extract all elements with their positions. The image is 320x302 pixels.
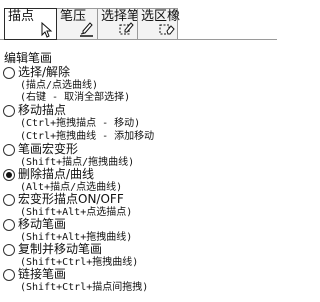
option-copy-move-stroke[interactable]: 复制并移动笔画 (Shift+Ctrl+拖拽曲线) — [3, 243, 275, 268]
tab-pen-pressure[interactable]: 笔压 — [56, 8, 98, 40]
option-label: 选择/解除 — [18, 65, 71, 79]
tab-control-point[interactable]: 描点 — [4, 8, 57, 40]
option-label: 移动笔画 — [18, 217, 67, 231]
radio-button[interactable] — [3, 144, 15, 156]
radio-button[interactable] — [3, 169, 15, 181]
pen-pressure-icon — [80, 22, 93, 37]
radio-button[interactable] — [3, 269, 15, 281]
option-label: 笔画宏变形 — [18, 142, 79, 156]
tab-selection-eraser[interactable]: 选区橡 — [137, 8, 180, 40]
tab-label: 描点 — [8, 9, 35, 24]
option-move-control-point[interactable]: 移动描点 (Ctrl+拖拽描点 - 移动) (Ctrl+拖拽曲线 - 添加移动 — [3, 104, 275, 143]
tool-tab-bar: 描点 笔压 选择笔 选区橡 — [0, 0, 277, 47]
option-move-stroke[interactable]: 移动笔画 (Shift+Alt+拖拽曲线) — [3, 218, 275, 243]
cursor-arrow-icon — [41, 21, 53, 38]
option-delete-point-curve[interactable]: 删除描点/曲线 (Alt+描点/点选曲线) — [3, 168, 275, 193]
option-hint: (Ctrl+拖拽描点 - 移动) — [20, 118, 141, 129]
option-select-release[interactable]: 选择/解除 (描点/点选曲线) (右键 - 取消全部选择) — [3, 66, 275, 104]
radio-button[interactable] — [3, 105, 15, 117]
option-label: 宏变形描点ON/OFF — [18, 192, 124, 206]
group-title: 编辑笔画 — [4, 51, 53, 65]
selection-pen-icon — [119, 22, 134, 35]
option-link-stroke[interactable]: 链接笔画 (Shift+Ctrl+描点间拖拽) — [3, 268, 275, 294]
option-label: 移动描点 — [18, 103, 67, 117]
option-label: 删除描点/曲线 — [18, 167, 95, 181]
option-label: 复制并移动笔画 — [18, 242, 103, 256]
radio-button[interactable] — [3, 194, 15, 206]
radio-button[interactable] — [3, 244, 15, 256]
radio-button[interactable] — [3, 219, 15, 231]
radio-button[interactable] — [3, 67, 15, 79]
option-stroke-macro-deform[interactable]: 笔画宏变形 (Shift+描点/拖拽曲线) — [3, 143, 275, 168]
edit-stroke-panel: 编辑笔画 选择/解除 (描点/点选曲线) (右键 - 取消全部选择) 移动描点 … — [0, 47, 277, 302]
option-hint: (Shift+Ctrl+描点间拖拽) — [20, 282, 149, 293]
option-label: 链接笔画 — [18, 267, 67, 281]
option-macro-deform-toggle[interactable]: 宏变形描点ON/OFF (Shift+Alt+点选描点) — [3, 193, 275, 218]
tab-selection-pen[interactable]: 选择笔 — [97, 8, 140, 40]
selection-eraser-icon — [159, 24, 175, 35]
